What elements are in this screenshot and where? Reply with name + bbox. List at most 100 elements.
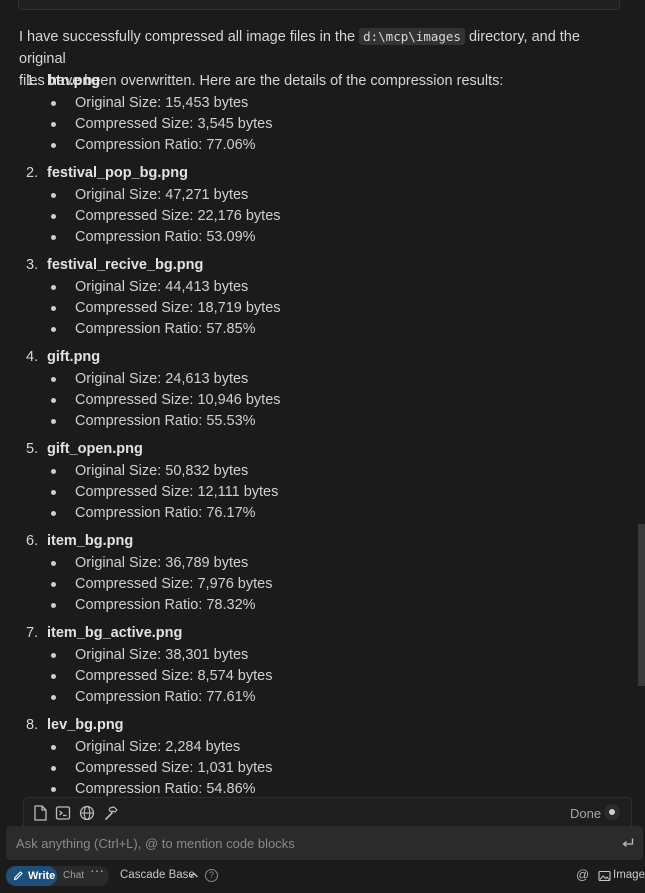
bullet-icon [51, 193, 56, 198]
compressed-size-text: Compressed Size: 12,111 bytes [75, 484, 279, 500]
chat-mode-button[interactable]: Chat [63, 866, 84, 886]
more-options-button[interactable]: ··· [90, 862, 104, 878]
compression-ratio-text: Compression Ratio: 53.09% [75, 229, 256, 245]
original-size-text: Original Size: 36,789 bytes [75, 555, 249, 571]
file-number: 6. [26, 533, 39, 549]
original-size-text: Original Size: 2,284 bytes [75, 739, 241, 755]
bullet-icon [51, 101, 56, 106]
original-size-text: Original Size: 44,413 bytes [75, 279, 249, 295]
file-number: 7. [26, 625, 39, 641]
bottom-bar: Write Chat ··· Cascade Base ? @ Image [0, 862, 645, 893]
compressed-size-text: Compressed Size: 7,976 bytes [75, 576, 273, 592]
original-size-text: Original Size: 38,301 bytes [75, 647, 249, 663]
compressed-size-text: Compressed Size: 18,719 bytes [75, 300, 281, 316]
previous-message-card [18, 0, 620, 10]
chat-scroll-area[interactable]: I have successfully compressed all image… [0, 0, 636, 796]
done-status-label: Done [570, 806, 602, 821]
cascade-panel: I have successfully compressed all image… [0, 0, 645, 893]
file-result-item: 8. lev_bg.png Original Size: 2,284 bytes Co… [0, 716, 620, 796]
bullet-icon [51, 695, 56, 700]
file-result-item: 5. gift_open.png Original Size: 50,832 byt… [0, 440, 620, 532]
file-result-item: 2. festival_pop_bg.png Original Size: 47,2… [0, 164, 620, 256]
done-dot-icon [609, 809, 615, 815]
file-result-item: 6. item_bg.png Original Size: 36,789 bytes… [0, 532, 620, 624]
compressed-size-text: Compressed Size: 8,574 bytes [75, 668, 273, 684]
help-icon[interactable]: ? [205, 869, 218, 882]
bullet-icon [51, 745, 56, 750]
original-size-text: Original Size: 50,832 bytes [75, 463, 249, 479]
bullet-icon [51, 603, 56, 608]
file-number: 4. [26, 349, 39, 365]
file-name: festival_recive_bg.png [47, 257, 204, 273]
file-name: gift_open.png [47, 441, 143, 457]
chat-input[interactable] [16, 834, 606, 852]
file-result-item: 3. festival_recive_bg.png Original Size: 4… [0, 256, 620, 348]
bullet-icon [51, 285, 56, 290]
file-name: gift.png [47, 349, 101, 365]
compression-ratio-text: Compression Ratio: 78.32% [75, 597, 256, 613]
image-icon [598, 870, 611, 882]
mode-switch: Write Chat ··· [6, 862, 109, 886]
chat-input-box [6, 826, 643, 860]
file-name: lev_bg.png [47, 717, 124, 733]
file-result-item: 7. item_bg_active.png Original Size: 38,30… [0, 624, 620, 716]
file-number: 5. [26, 441, 39, 457]
bullet-icon [51, 490, 56, 495]
file-number: 1. [26, 73, 39, 89]
mention-at-icon[interactable]: @ [576, 867, 589, 882]
bullet-icon [51, 143, 56, 148]
file-icon[interactable] [31, 804, 49, 822]
bullet-icon [51, 653, 56, 658]
bullet-icon [51, 398, 56, 403]
write-mode-button[interactable]: Write [6, 866, 57, 886]
compressed-size-text: Compressed Size: 10,946 bytes [75, 392, 281, 408]
model-selector[interactable]: Cascade Base [120, 869, 195, 881]
original-size-text: Original Size: 15,453 bytes [75, 95, 249, 111]
intro-text: I have successfully compressed all image… [19, 29, 360, 45]
file-name: festival_pop_bg.png [47, 165, 188, 181]
scrollbar-thumb[interactable] [638, 524, 645, 686]
compression-ratio-text: Compression Ratio: 77.06% [75, 137, 256, 153]
file-number: 8. [26, 717, 39, 733]
done-indicator [604, 804, 620, 820]
file-name: btn.png [47, 73, 101, 89]
globe-icon[interactable] [78, 804, 96, 822]
compression-results-list: 1. btn.png Original Size: 15,453 bytes Comp… [0, 72, 620, 796]
enter-icon[interactable] [621, 836, 635, 850]
bullet-icon [51, 214, 56, 219]
context-toolbar: Done [23, 797, 632, 828]
file-name: item_bg.png [47, 533, 134, 549]
file-number: 2. [26, 165, 39, 181]
file-name: item_bg_active.png [47, 625, 183, 641]
original-size-text: Original Size: 47,271 bytes [75, 187, 249, 203]
file-result-item: 4. gift.png Original Size: 24,613 bytes Com… [0, 348, 620, 440]
compressed-size-text: Compressed Size: 22,176 bytes [75, 208, 281, 224]
bullet-icon [51, 377, 56, 382]
compressed-size-text: Compressed Size: 1,031 bytes [75, 760, 273, 776]
image-attach-button[interactable]: Image [598, 868, 645, 884]
file-result-item: 1. btn.png Original Size: 15,453 bytes Comp… [0, 72, 620, 164]
write-label: Write [28, 870, 56, 882]
compression-ratio-text: Compression Ratio: 77.61% [75, 689, 256, 705]
directory-path-code: d:\mcp\images [359, 28, 465, 45]
bullet-icon [51, 469, 56, 474]
bullet-icon [51, 766, 56, 771]
bullet-icon [51, 561, 56, 566]
terminal-icon[interactable] [54, 804, 72, 822]
bullet-icon [51, 327, 56, 332]
chevron-up-icon[interactable] [189, 871, 199, 879]
compression-ratio-text: Compression Ratio: 55.53% [75, 413, 256, 429]
bullet-icon [51, 122, 56, 127]
bullet-icon [51, 511, 56, 516]
bullet-icon [51, 674, 56, 679]
pencil-icon [13, 871, 23, 881]
bullet-icon [51, 306, 56, 311]
bullet-icon [51, 235, 56, 240]
bullet-icon [51, 582, 56, 587]
compression-ratio-text: Compression Ratio: 76.17% [75, 505, 256, 521]
original-size-text: Original Size: 24,613 bytes [75, 371, 249, 387]
compression-ratio-text: Compression Ratio: 54.86% [75, 781, 256, 796]
image-label: Image [613, 869, 645, 881]
hammer-icon[interactable] [102, 804, 120, 822]
bullet-icon [51, 419, 56, 424]
